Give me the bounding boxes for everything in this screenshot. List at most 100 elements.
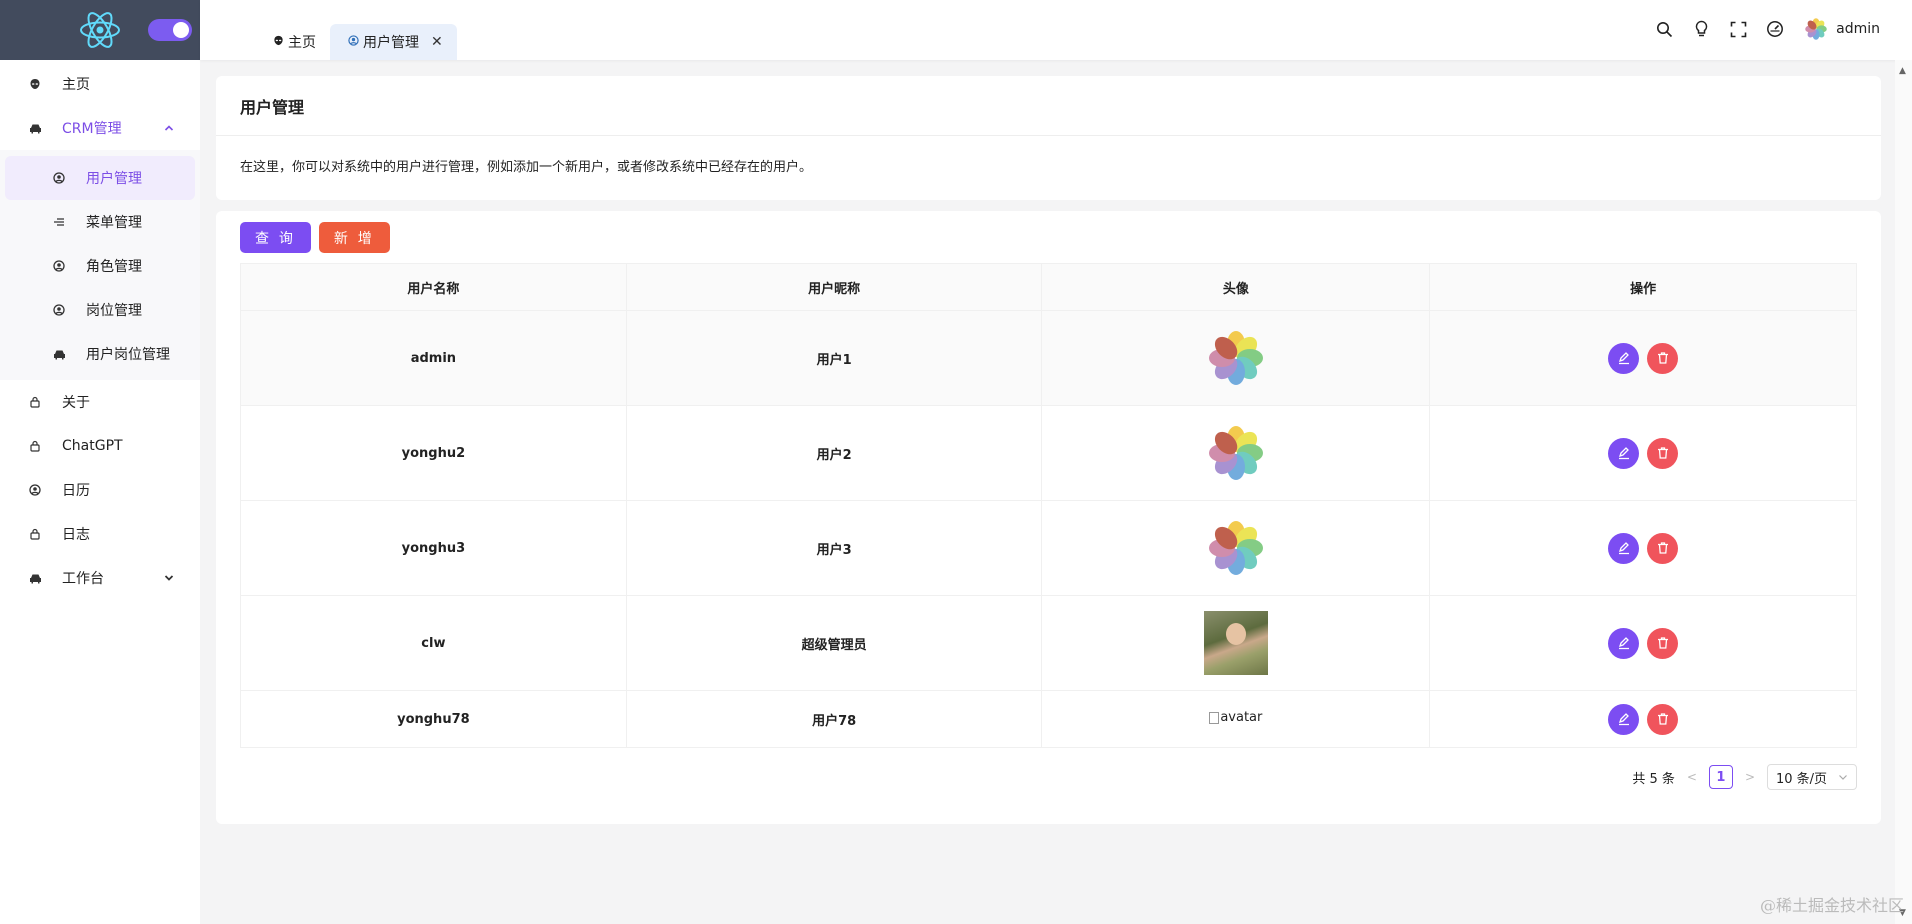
avatar-cell bbox=[1041, 310, 1431, 406]
user-circle-icon bbox=[348, 35, 359, 49]
column-header[interactable]: 头像 bbox=[1041, 263, 1431, 311]
user-circle-icon bbox=[52, 259, 66, 273]
avatar bbox=[1208, 331, 1263, 385]
car-icon bbox=[28, 571, 42, 585]
sidebar-item-label: 主页 bbox=[62, 77, 90, 93]
delete-button[interactable] bbox=[1647, 627, 1679, 659]
page-title: 用户管理 bbox=[216, 76, 1881, 136]
page-number[interactable]: 1 bbox=[1708, 765, 1733, 789]
table-row[interactable]: yonghu2 用户2 bbox=[240, 405, 1857, 501]
delete-button[interactable] bbox=[1647, 342, 1679, 374]
avatar-cell: avatar bbox=[1041, 690, 1431, 748]
sidebar-item-label: 岗位管理 bbox=[86, 303, 142, 319]
table-row[interactable]: yonghu78 用户78 avatar bbox=[240, 690, 1857, 748]
actions-cell bbox=[1429, 500, 1857, 596]
column-header[interactable]: 用户昵称 bbox=[625, 263, 1043, 311]
avatar-photo bbox=[1203, 611, 1268, 675]
sidebar-item-log[interactable]: 日志 bbox=[0, 512, 200, 556]
sidebar-item-workbench[interactable]: 工作台 bbox=[0, 556, 200, 600]
avatar bbox=[1208, 426, 1263, 480]
edit-icon bbox=[1618, 713, 1629, 726]
trash-icon bbox=[1657, 713, 1668, 725]
tab-user-management[interactable]: 用户管理 ✕ bbox=[330, 24, 457, 60]
delete-button[interactable] bbox=[1647, 703, 1679, 735]
sidebar-item-label: CRM管理 bbox=[62, 121, 122, 137]
sidebar-item-home[interactable]: 主页 bbox=[0, 62, 200, 106]
dashboard-icon[interactable] bbox=[1765, 19, 1785, 39]
menu-lines-icon bbox=[52, 215, 66, 229]
sidebar: 主页 CRM管理 用户管理 菜单管理 角色管理 岗位管理 用户岗位管理 关于 C… bbox=[0, 0, 200, 924]
table-row[interactable]: yonghu3 用户3 bbox=[240, 500, 1857, 596]
user-menu[interactable]: admin bbox=[1804, 17, 1880, 41]
delete-button[interactable] bbox=[1647, 532, 1679, 564]
sidebar-item-label: 菜单管理 bbox=[86, 215, 142, 231]
trash-icon bbox=[1657, 447, 1668, 459]
username-cell: yonghu3 bbox=[240, 500, 627, 596]
chevron-down-icon[interactable] bbox=[160, 569, 178, 587]
sidebar-item-user-management[interactable]: 用户管理 bbox=[5, 156, 195, 200]
avatar bbox=[1805, 18, 1827, 40]
user-circle-icon bbox=[28, 483, 42, 497]
page-size-value: 10 条/页 bbox=[1776, 771, 1828, 787]
tab-label: 主页 bbox=[288, 35, 316, 51]
edit-button[interactable] bbox=[1608, 342, 1640, 374]
page-description: 在这里，你可以对系统中的用户进行管理，例如添加一个新用户，或者修改系统中已经存在… bbox=[240, 160, 813, 175]
react-logo-icon[interactable] bbox=[78, 8, 122, 52]
alien-icon bbox=[273, 35, 284, 49]
next-page-icon[interactable]: > bbox=[1745, 770, 1755, 784]
table-row[interactable]: clw 超级管理员 bbox=[240, 595, 1857, 691]
scrollbar[interactable]: ▲ ▼ bbox=[1895, 60, 1912, 924]
page-size-select[interactable]: 10 条/页 bbox=[1767, 764, 1857, 790]
edit-button[interactable] bbox=[1608, 532, 1640, 564]
username: admin bbox=[1836, 21, 1880, 37]
sidebar-item-label: 日历 bbox=[62, 483, 90, 499]
column-header[interactable]: 用户名称 bbox=[240, 263, 627, 311]
actions-cell bbox=[1429, 595, 1857, 691]
avatar-cell bbox=[1041, 595, 1431, 691]
sidebar-item-crm[interactable]: CRM管理 bbox=[0, 106, 200, 150]
delete-button[interactable] bbox=[1647, 437, 1679, 469]
theme-toggle[interactable] bbox=[148, 19, 192, 41]
broken-image-icon bbox=[1209, 711, 1220, 724]
edit-button[interactable] bbox=[1608, 437, 1640, 469]
scroll-up-icon[interactable]: ▲ bbox=[1899, 66, 1906, 76]
sidebar-item-label: ChatGPT bbox=[62, 438, 123, 454]
tab-bar: 主页 用户管理 ✕ bbox=[255, 24, 457, 60]
avatar-alt-text: avatar bbox=[1220, 710, 1263, 726]
fullscreen-icon[interactable] bbox=[1728, 19, 1748, 39]
edit-icon bbox=[1618, 542, 1629, 555]
sidebar-item-menu-management[interactable]: 菜单管理 bbox=[0, 200, 200, 244]
sidebar-item-role-management[interactable]: 角色管理 bbox=[0, 244, 200, 288]
total-count: 共 5 条 bbox=[1632, 771, 1675, 787]
search-icon[interactable] bbox=[1654, 19, 1674, 39]
broken-image: avatar bbox=[1209, 710, 1262, 725]
lock-icon bbox=[28, 439, 42, 453]
sidebar-item-user-position-management[interactable]: 用户岗位管理 bbox=[0, 332, 200, 376]
intro-card: 用户管理 在这里，你可以对系统中的用户进行管理，例如添加一个新用户，或者修改系统… bbox=[216, 76, 1881, 200]
sidebar-item-position-management[interactable]: 岗位管理 bbox=[0, 288, 200, 332]
query-button[interactable]: 查 询 bbox=[240, 222, 311, 253]
actions-cell bbox=[1429, 690, 1857, 748]
prev-page-icon[interactable]: < bbox=[1687, 770, 1697, 784]
edit-button[interactable] bbox=[1608, 627, 1640, 659]
user-circle-icon bbox=[52, 171, 66, 185]
tab-home[interactable]: 主页 bbox=[255, 24, 330, 60]
top-header: 主页 用户管理 ✕ admin bbox=[200, 0, 1912, 60]
close-icon[interactable]: ✕ bbox=[431, 34, 443, 50]
edit-button[interactable] bbox=[1608, 703, 1640, 735]
sidebar-item-chatgpt[interactable]: ChatGPT bbox=[0, 424, 200, 468]
sidebar-item-label: 角色管理 bbox=[86, 259, 142, 275]
table-header-row: 用户名称 用户昵称 头像 操作 bbox=[240, 263, 1857, 311]
table-row[interactable]: admin 用户1 bbox=[240, 310, 1857, 406]
car-icon bbox=[52, 347, 66, 361]
trash-icon bbox=[1657, 542, 1668, 554]
user-table-card: 查 询 新 增 用户名称 用户昵称 头像 操作 admin 用户1 yonghu… bbox=[216, 211, 1881, 824]
column-header[interactable]: 操作 bbox=[1429, 263, 1857, 311]
add-button[interactable]: 新 增 bbox=[318, 222, 390, 253]
chevron-up-icon[interactable] bbox=[160, 119, 178, 137]
toolbar: 查 询 新 增 bbox=[240, 222, 390, 253]
sidebar-menu: 主页 CRM管理 用户管理 菜单管理 角色管理 岗位管理 用户岗位管理 关于 C… bbox=[0, 62, 200, 600]
sidebar-item-calendar[interactable]: 日历 bbox=[0, 468, 200, 512]
sidebar-item-about[interactable]: 关于 bbox=[0, 380, 200, 424]
lightbulb-icon[interactable] bbox=[1691, 19, 1711, 39]
